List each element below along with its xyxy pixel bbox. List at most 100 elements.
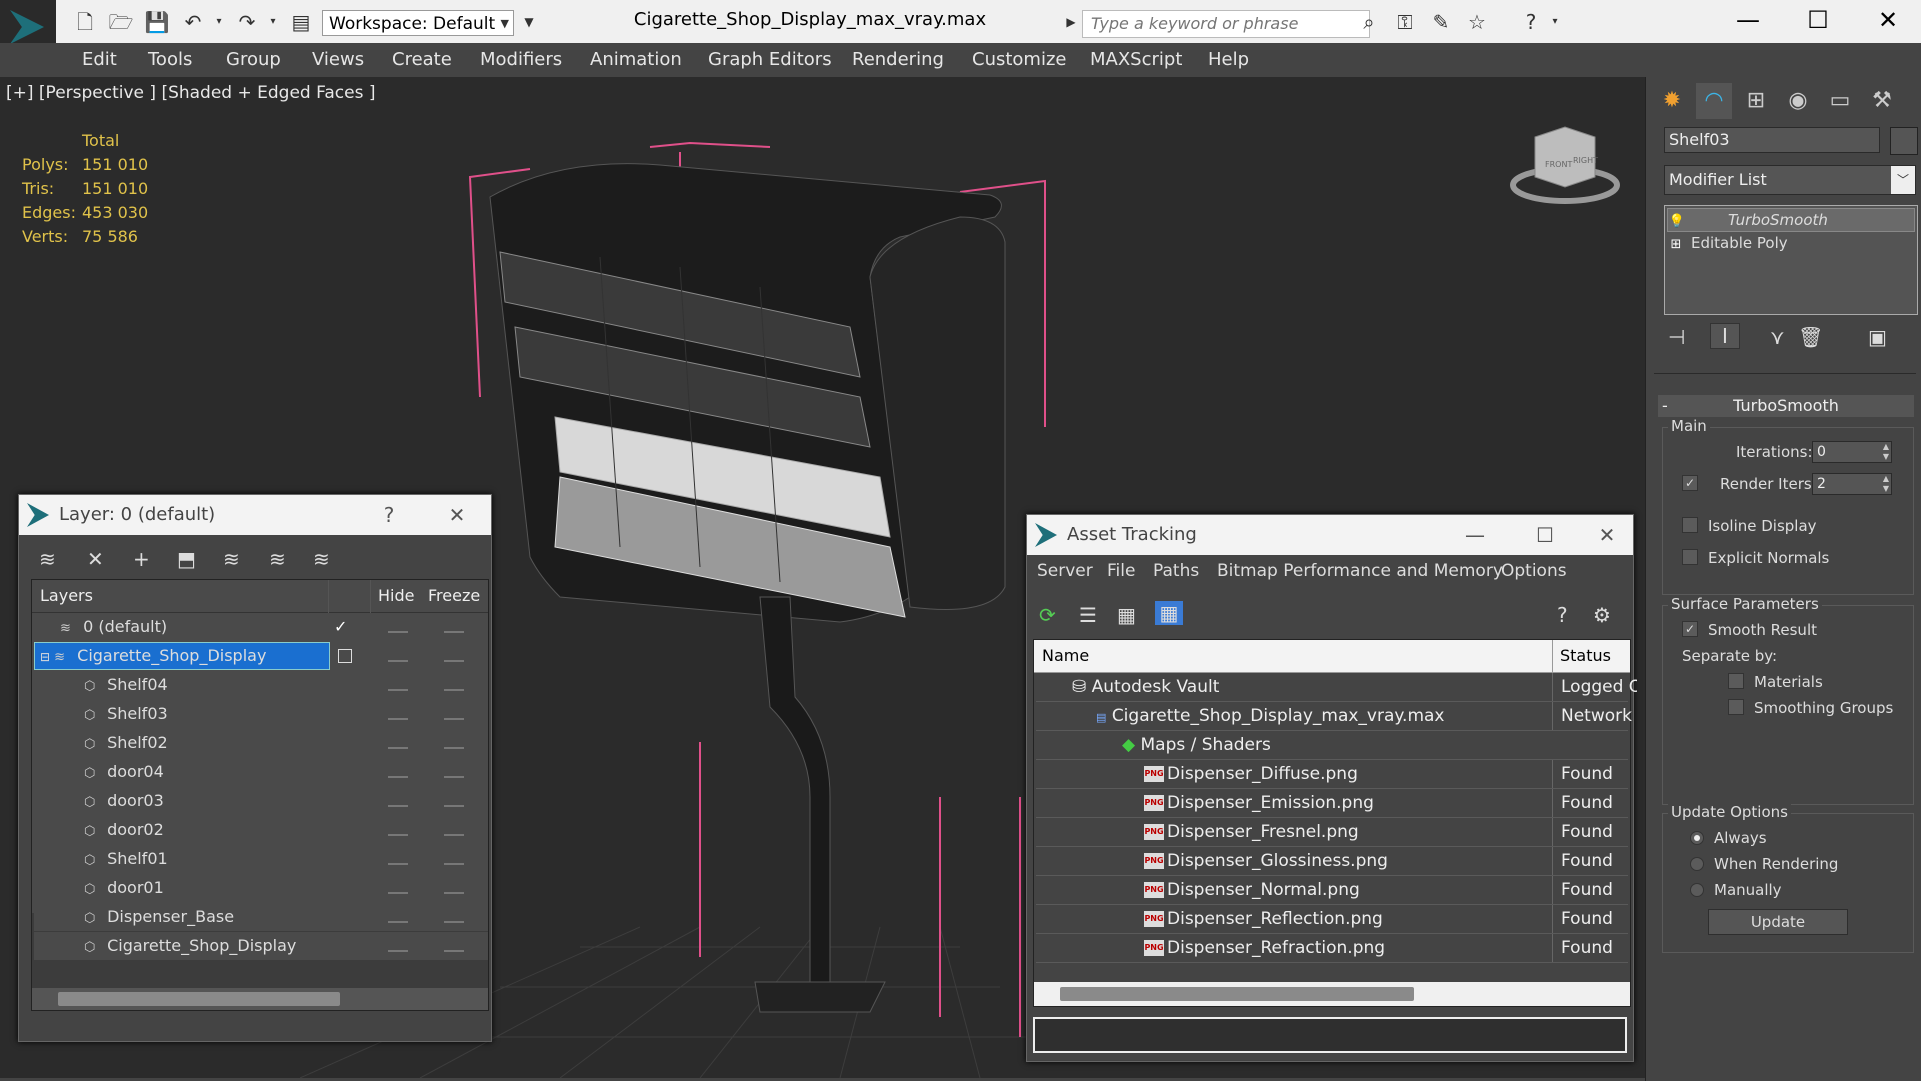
update-button[interactable]: Update — [1708, 909, 1848, 935]
object-row[interactable]: ⬡ Shelf03 — [34, 700, 488, 728]
search-input[interactable] — [1089, 13, 1363, 34]
layer-row[interactable]: ≋ 0 (default) ✓ — [34, 613, 488, 641]
asset-row[interactable]: PNG Dispenser_Glossiness.png Found — [1036, 847, 1628, 876]
close-icon[interactable]: ✕ — [437, 495, 477, 535]
asset-dialog-titlebar[interactable]: Asset Tracking — ☐ ✕ — [1027, 515, 1633, 555]
asset-row[interactable]: PNG Dispenser_Diffuse.png Found — [1036, 760, 1628, 789]
make-unique-icon[interactable]: ⋎ — [1770, 325, 1785, 349]
thumbnail-view-icon[interactable]: ▦ — [1117, 603, 1136, 627]
delete-layer-icon[interactable]: ✕ — [87, 547, 104, 571]
spinner-arrows-icon[interactable]: ▲ ▼ — [1883, 474, 1889, 494]
menu-views[interactable]: Views — [312, 49, 364, 70]
maximize-icon[interactable]: ☐ — [1525, 515, 1565, 555]
menu-tools[interactable]: Tools — [148, 49, 192, 70]
collapse-icon[interactable]: ⊟ — [34, 650, 50, 664]
viewcube[interactable]: FRONT RIGHT — [1510, 126, 1620, 204]
create-tab-icon[interactable]: ✹ — [1654, 83, 1690, 119]
object-row[interactable]: ⬡ Shelf01 — [34, 845, 488, 873]
object-row[interactable]: ⬡ door03 — [34, 787, 488, 815]
display-tab-icon[interactable]: ▭ — [1822, 83, 1858, 119]
motion-tab-icon[interactable]: ◉ — [1780, 83, 1816, 119]
favorites-star-icon[interactable]: ☆ — [1464, 10, 1490, 34]
new-layer-icon[interactable]: ≋ — [39, 547, 56, 571]
status-column-header[interactable]: Status — [1560, 646, 1611, 665]
help-icon[interactable]: ? — [1518, 10, 1544, 34]
asset-row[interactable]: ▤ Cigarette_Shop_Display_max_vray.max Net… — [1036, 702, 1632, 731]
highlight-layer-icon[interactable]: ≋ — [223, 547, 240, 571]
layer-row-selected[interactable]: ⊟ ≋ Cigarette_Shop_Display — [34, 642, 488, 670]
menu-modifiers[interactable]: Modifiers — [480, 49, 562, 70]
new-file-icon[interactable]: 🗋 — [72, 10, 98, 34]
key-icon[interactable]: ⚿ — [1392, 10, 1418, 34]
asset-scrollbar-thumb[interactable] — [1060, 987, 1414, 1001]
hierarchy-tab-icon[interactable]: ⊞ — [1738, 83, 1774, 119]
close-icon[interactable]: ✕ — [1858, 4, 1918, 36]
always-radio[interactable] — [1690, 831, 1704, 845]
bulb-icon[interactable]: 💡 — [1668, 211, 1686, 233]
object-row[interactable]: ⬡ Shelf02 — [34, 729, 488, 757]
asset-path-field[interactable] — [1033, 1017, 1627, 1053]
asset-row[interactable]: ⛁ Autodesk Vault Logged Out — [1036, 673, 1637, 702]
close-icon[interactable]: ✕ — [1587, 515, 1627, 555]
pin-stack-icon[interactable]: ⊣ — [1668, 325, 1685, 349]
refresh-icon[interactable]: ⟳ — [1039, 603, 1056, 627]
freeze-column-header[interactable]: Freeze — [428, 586, 480, 605]
hide-all-layers-icon[interactable]: ≋ — [269, 547, 286, 571]
menu-graph-editors[interactable]: Graph Editors — [708, 49, 832, 70]
when-rendering-radio[interactable] — [1690, 857, 1704, 871]
minimize-icon[interactable]: — — [1455, 515, 1495, 555]
current-layer-check-icon[interactable]: ✓ — [334, 613, 347, 641]
binoculars-icon[interactable]: ⌕ — [1356, 10, 1382, 34]
workspace-dropdown[interactable]: Workspace: Default ▼ — [322, 10, 514, 36]
menu-maxscript[interactable]: MAXScript — [1090, 49, 1182, 70]
render-iters-spinner[interactable]: 2 ▲ ▼ — [1812, 473, 1892, 495]
layers-column-header[interactable]: Layers — [40, 586, 93, 605]
object-color-swatch[interactable] — [1890, 127, 1918, 155]
asset-row[interactable]: PNG Dispenser_Emission.png Found — [1036, 789, 1628, 818]
table-view-icon[interactable]: ▦ — [1155, 601, 1183, 625]
object-row[interactable]: ⬡ Cigarette_Shop_Display — [34, 932, 488, 960]
set-current-box-icon[interactable] — [338, 649, 352, 663]
object-row[interactable]: ⬡ Shelf04 — [34, 671, 488, 699]
asset-row[interactable]: PNG Dispenser_Reflection.png Found — [1036, 905, 1628, 934]
hide-column-header[interactable]: Hide — [378, 586, 414, 605]
menu-group[interactable]: Group — [226, 49, 281, 70]
menu-help[interactable]: Help — [1208, 49, 1249, 70]
asset-row[interactable]: PNG Dispenser_Normal.png Found — [1036, 876, 1628, 905]
minimize-icon[interactable]: — — [1718, 4, 1778, 36]
menu-bitmap-performance[interactable]: Bitmap Performance and Memory — [1217, 561, 1503, 581]
rollout-turbosmooth[interactable]: - TurboSmooth — [1658, 395, 1914, 417]
search-box[interactable] — [1082, 10, 1370, 38]
menu-paths[interactable]: Paths — [1153, 561, 1199, 581]
stack-item-turbosmooth[interactable]: 💡 TurboSmooth — [1667, 208, 1915, 232]
show-end-result-icon[interactable]: I — [1710, 323, 1740, 349]
modifier-list-dropdown[interactable]: Modifier List ﹀ — [1664, 165, 1916, 195]
menu-file[interactable]: File — [1107, 561, 1135, 581]
isoline-display-checkbox[interactable] — [1682, 517, 1698, 533]
materials-checkbox[interactable] — [1728, 673, 1744, 689]
menu-options[interactable]: Options — [1501, 561, 1567, 581]
project-folder-icon[interactable]: ▤ — [288, 10, 314, 34]
remove-modifier-icon[interactable]: 🗑 — [1798, 325, 1823, 349]
plus-icon[interactable]: ⊞ — [1667, 234, 1685, 256]
configure-sets-icon[interactable]: ▣ — [1868, 325, 1887, 349]
smoothing-groups-checkbox[interactable] — [1728, 699, 1744, 715]
signin-icon[interactable]: ✎ — [1428, 10, 1454, 34]
add-to-layer-icon[interactable]: + — [133, 547, 150, 571]
viewport-label-menu[interactable]: [+] [Perspective ] [Shaded + Edged Faces… — [6, 83, 375, 103]
open-file-icon[interactable]: 🗁 — [108, 10, 134, 34]
utilities-tab-icon[interactable]: ⚒ — [1864, 83, 1900, 119]
smooth-result-checkbox[interactable]: ✓ — [1682, 621, 1698, 637]
select-objects-icon[interactable]: ⬒ — [177, 547, 196, 571]
redo-icon[interactable]: ↷ — [234, 10, 260, 34]
object-name-field[interactable]: Shelf03 — [1664, 127, 1880, 153]
menu-create[interactable]: Create — [392, 49, 452, 70]
help-dropdown-icon[interactable]: ▾ — [1542, 10, 1568, 34]
maximize-icon[interactable]: ☐ — [1788, 4, 1848, 36]
stack-item-editable-poly[interactable]: ⊞ Editable Poly — [1667, 232, 1913, 254]
menu-rendering[interactable]: Rendering — [852, 49, 944, 70]
asset-row[interactable]: PNG Dispenser_Refraction.png Found — [1036, 934, 1628, 963]
object-row[interactable]: ⬡ door04 — [34, 758, 488, 786]
explicit-normals-checkbox[interactable] — [1682, 549, 1698, 565]
object-row[interactable]: ⬡ Dispenser_Base — [34, 903, 488, 931]
